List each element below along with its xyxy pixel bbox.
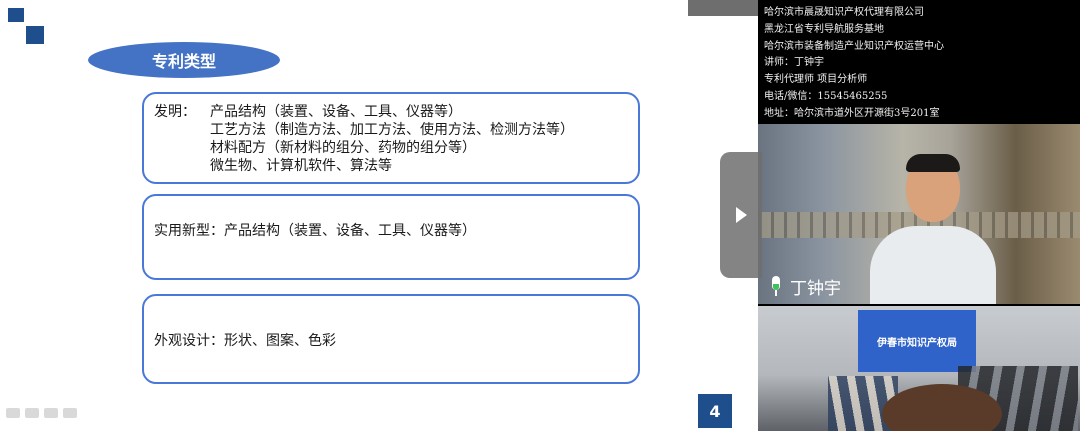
invention-row-2: 工艺方法（制造方法、加工方法、使用方法、检测方法等） (154, 121, 628, 139)
logo-square-large (26, 26, 44, 44)
presenter-name-tag: 丁钟宇 (768, 274, 841, 299)
design-card: 外观设计：形状、图案、色彩 (142, 294, 640, 384)
section-title: 专利类型 (88, 42, 280, 78)
invention-line-1: 产品结构（装置、设备、工具、仪器等） (210, 104, 462, 120)
invention-row-3: 材料配方（新材料的组分、药物的组分等） (154, 139, 628, 157)
presenter-video[interactable]: 丁钟宇 (758, 124, 1080, 304)
room-banner: 伊春市知识产权局 (858, 310, 976, 372)
invention-line-2: 工艺方法（制造方法、加工方法、使用方法、检测方法等） (210, 122, 574, 138)
invention-line-4: 微生物、计算机软件、算法等 (210, 158, 392, 174)
presenter-name: 丁钟宇 (790, 279, 841, 299)
lecturer-title: 专利代理师 项目分析师 (764, 74, 868, 86)
meeting-room-video[interactable]: 伊春市知识产权局 (758, 306, 1080, 431)
speaker-info-panel: 哈尔滨市晨晟知识产权代理有限公司 黑龙江省专利导航服务基地 哈尔滨市装备制造产业… (758, 0, 1080, 124)
presentation-slide: 专利类型 发明： 产品结构（装置、设备、工具、仪器等） 工艺方法（制造方法、加工… (0, 0, 758, 431)
address: 地址：哈尔滨市道外区开源街3号201室 (764, 107, 940, 119)
presenter-figure (870, 154, 996, 304)
company-name: 哈尔滨市晨晟知识产权代理有限公司 (764, 7, 924, 18)
invention-line-3: 材料配方（新材料的组分、药物的组分等） (210, 140, 476, 156)
more-tool-icon[interactable] (63, 408, 77, 418)
lecturer: 讲师：丁钟宇 (764, 57, 824, 69)
slide-toolbar[interactable] (6, 408, 77, 418)
presenter-hair (906, 154, 960, 172)
design-text: 外观设计：形状、图案、色彩 (154, 333, 336, 349)
invention-label: 发明： (154, 104, 196, 120)
utility-model-text: 实用新型：产品结构（装置、设备、工具、仪器等） (154, 223, 476, 239)
expand-panel-button[interactable] (720, 152, 762, 278)
presenter-shirt (870, 226, 996, 304)
invention-card: 发明： 产品结构（装置、设备、工具、仪器等） 工艺方法（制造方法、加工方法、使用… (142, 92, 640, 184)
slide-top-bar (688, 0, 758, 16)
logo-square-small (8, 8, 24, 22)
pen-tool-icon[interactable] (25, 408, 39, 418)
utility-model-card: 实用新型：产品结构（装置、设备、工具、仪器等） (142, 194, 640, 280)
slides-tool-icon[interactable] (44, 408, 58, 418)
contact-phone: 电话/微信：15545465255 (764, 90, 888, 102)
service-base: 黑龙江省专利导航服务基地 (764, 23, 884, 35)
invention-row-1: 发明： 产品结构（装置、设备、工具、仪器等） (154, 103, 628, 121)
invention-row-4: 微生物、计算机软件、算法等 (154, 157, 628, 175)
pointer-tool-icon[interactable] (6, 408, 20, 418)
page-number: 4 (698, 394, 732, 428)
operation-center: 哈尔滨市装备制造产业知识产权运营中心 (764, 40, 944, 52)
play-arrow-icon (735, 207, 747, 223)
microphone-icon (768, 275, 784, 298)
